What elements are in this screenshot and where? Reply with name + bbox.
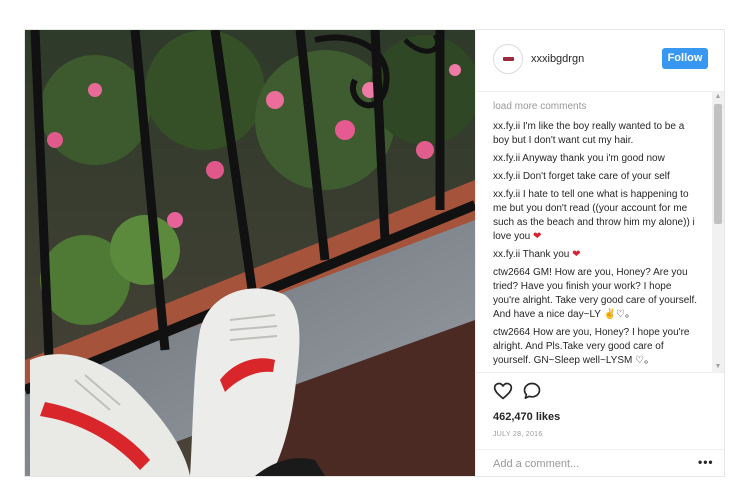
- emoji-text: ♡。: [635, 355, 655, 366]
- comment-username[interactable]: xx.fy.ii: [493, 189, 520, 200]
- emoji-text: ✌♡。: [603, 309, 635, 320]
- post-photo[interactable]: [25, 30, 475, 476]
- comment-item: xx.fy.ii Don't forget take care of your …: [493, 170, 699, 184]
- avatar-logo-mark: [503, 57, 514, 61]
- post-actions: 462,470 likes JULY 28, 2016 •••: [476, 372, 724, 476]
- add-comment-bar: •••: [476, 449, 724, 477]
- scroll-up-arrow-icon[interactable]: ▲: [712, 92, 724, 102]
- comment-text: Anyway thank you i'm good now: [522, 153, 665, 164]
- speech-bubble-icon[interactable]: [522, 381, 542, 401]
- comment-item: ctw2664 How are you, Honey? I hope you'r…: [493, 326, 699, 368]
- follow-button[interactable]: Follow: [662, 48, 708, 69]
- comment-username[interactable]: ctw2664: [493, 327, 530, 338]
- scrollbar-thumb[interactable]: [714, 104, 722, 224]
- heart-emoji-icon: ❤: [572, 249, 581, 260]
- comment-text: I'm like the boy really wanted to be a b…: [493, 121, 685, 146]
- comment-text: I hate to tell one what is happening to …: [493, 189, 695, 242]
- comments-list[interactable]: load more comments xx.fy.ii I'm like the…: [493, 98, 699, 370]
- more-options-icon[interactable]: •••: [698, 455, 714, 469]
- comment-username[interactable]: xx.fy.ii: [493, 249, 520, 260]
- comment-item: xx.fy.ii Anyway thank you i'm good now: [493, 152, 699, 166]
- comment-username[interactable]: xx.fy.ii: [493, 171, 520, 182]
- heart-emoji-icon: ❤: [533, 231, 542, 242]
- post-date[interactable]: JULY 28, 2016: [493, 431, 543, 438]
- load-more-comments-link[interactable]: load more comments: [493, 100, 699, 114]
- heart-outline-icon[interactable]: [493, 381, 513, 401]
- avatar[interactable]: [493, 44, 523, 74]
- comment-text: Don't forget take care of your self: [522, 171, 670, 182]
- comment-text: Thank you: [522, 249, 570, 260]
- comment-username[interactable]: ctw2664: [493, 267, 530, 278]
- comment-username[interactable]: xx.fy.ii: [493, 121, 520, 132]
- post-card: xxxibgdrgn Follow load more comments xx.…: [24, 29, 725, 477]
- post-sidebar: xxxibgdrgn Follow load more comments xx.…: [475, 30, 724, 476]
- balcony-shoes-image: [25, 30, 475, 476]
- likes-count[interactable]: 462,470 likes: [493, 411, 560, 423]
- scroll-down-arrow-icon[interactable]: ▼: [712, 362, 724, 372]
- comment-item: xx.fy.ii I'm like the boy really wanted …: [493, 120, 699, 148]
- comment-item: ctw2664 GM! How are you, Honey? Are you …: [493, 266, 699, 322]
- comment-item: xx.fy.ii Thank you ❤: [493, 248, 699, 262]
- comment-item: xx.fy.ii I hate to tell one what is happ…: [493, 188, 699, 244]
- comment-username[interactable]: xx.fy.ii: [493, 153, 520, 164]
- add-comment-input[interactable]: [493, 456, 673, 472]
- username[interactable]: xxxibgdrgn: [531, 53, 584, 65]
- post-header: xxxibgdrgn Follow: [476, 30, 724, 92]
- comments-scrollbar[interactable]: ▲ ▼: [712, 92, 724, 372]
